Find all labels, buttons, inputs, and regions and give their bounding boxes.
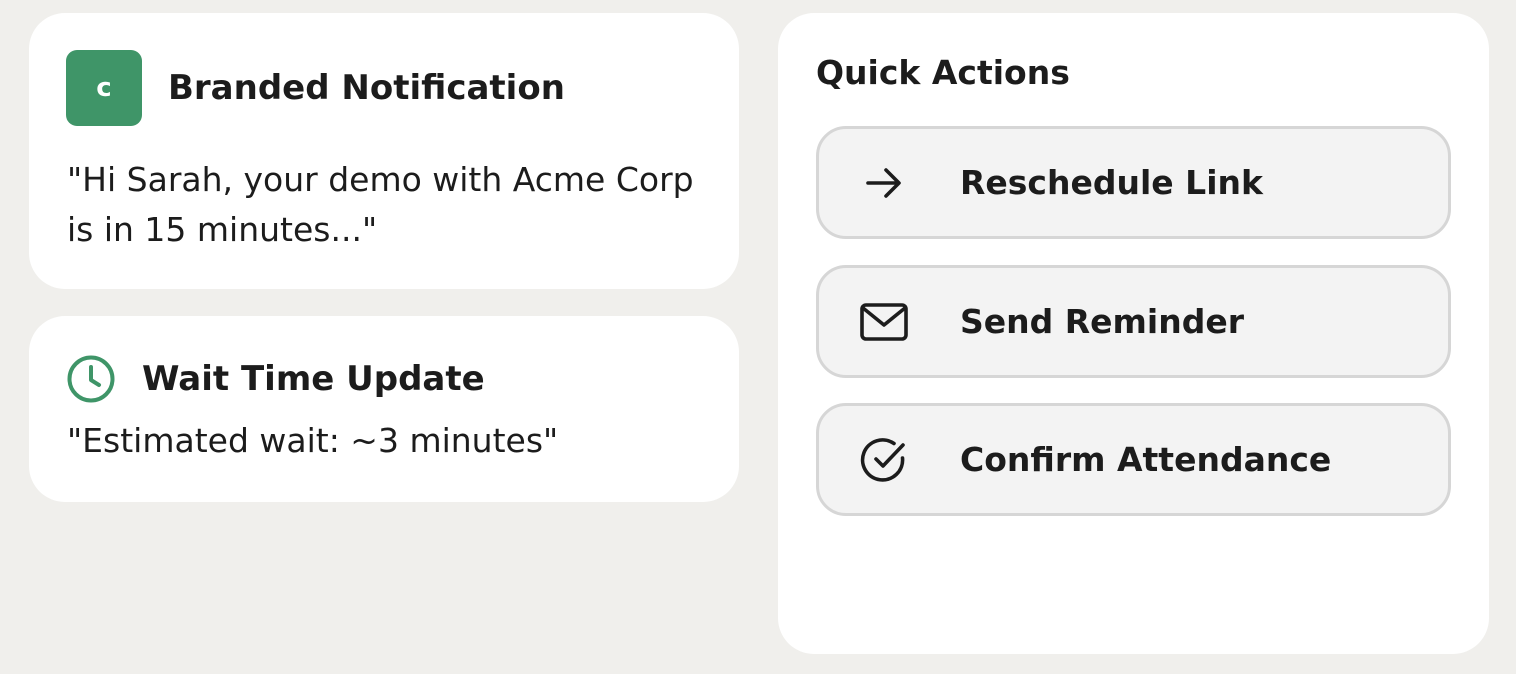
- reschedule-link-label: Reschedule Link: [960, 163, 1263, 202]
- page: c Branded Notification "Hi Sarah, your d…: [0, 0, 1516, 674]
- wait-time-card: Wait Time Update "Estimated wait: ~3 min…: [29, 316, 739, 502]
- reschedule-link-button[interactable]: Reschedule Link: [816, 126, 1451, 239]
- quick-actions-panel: Quick Actions Reschedule Link Send Remin…: [778, 13, 1489, 654]
- confirm-attendance-label: Confirm Attendance: [960, 440, 1332, 479]
- wait-time-message: "Estimated wait: ~3 minutes": [67, 421, 559, 460]
- branded-notification-message: "Hi Sarah, your demo with Acme Corp is i…: [67, 160, 694, 249]
- send-reminder-button[interactable]: Send Reminder: [816, 265, 1451, 378]
- branded-notification-card: c Branded Notification "Hi Sarah, your d…: [29, 13, 739, 289]
- send-reminder-label: Send Reminder: [960, 302, 1245, 341]
- branded-notification-header: c Branded Notification: [66, 50, 565, 126]
- arrow-right-icon: [866, 167, 901, 198]
- wait-time-header: Wait Time Update: [66, 354, 485, 404]
- brand-logo: c: [66, 50, 142, 126]
- branded-notification-title: Branded Notification: [168, 68, 565, 108]
- mail-icon: [860, 302, 908, 341]
- quick-actions-title: Quick Actions: [816, 53, 1070, 92]
- confirm-attendance-button[interactable]: Confirm Attendance: [816, 403, 1451, 516]
- check-circle-icon: [860, 437, 905, 482]
- clock-icon: [67, 355, 115, 403]
- wait-time-title: Wait Time Update: [142, 359, 485, 399]
